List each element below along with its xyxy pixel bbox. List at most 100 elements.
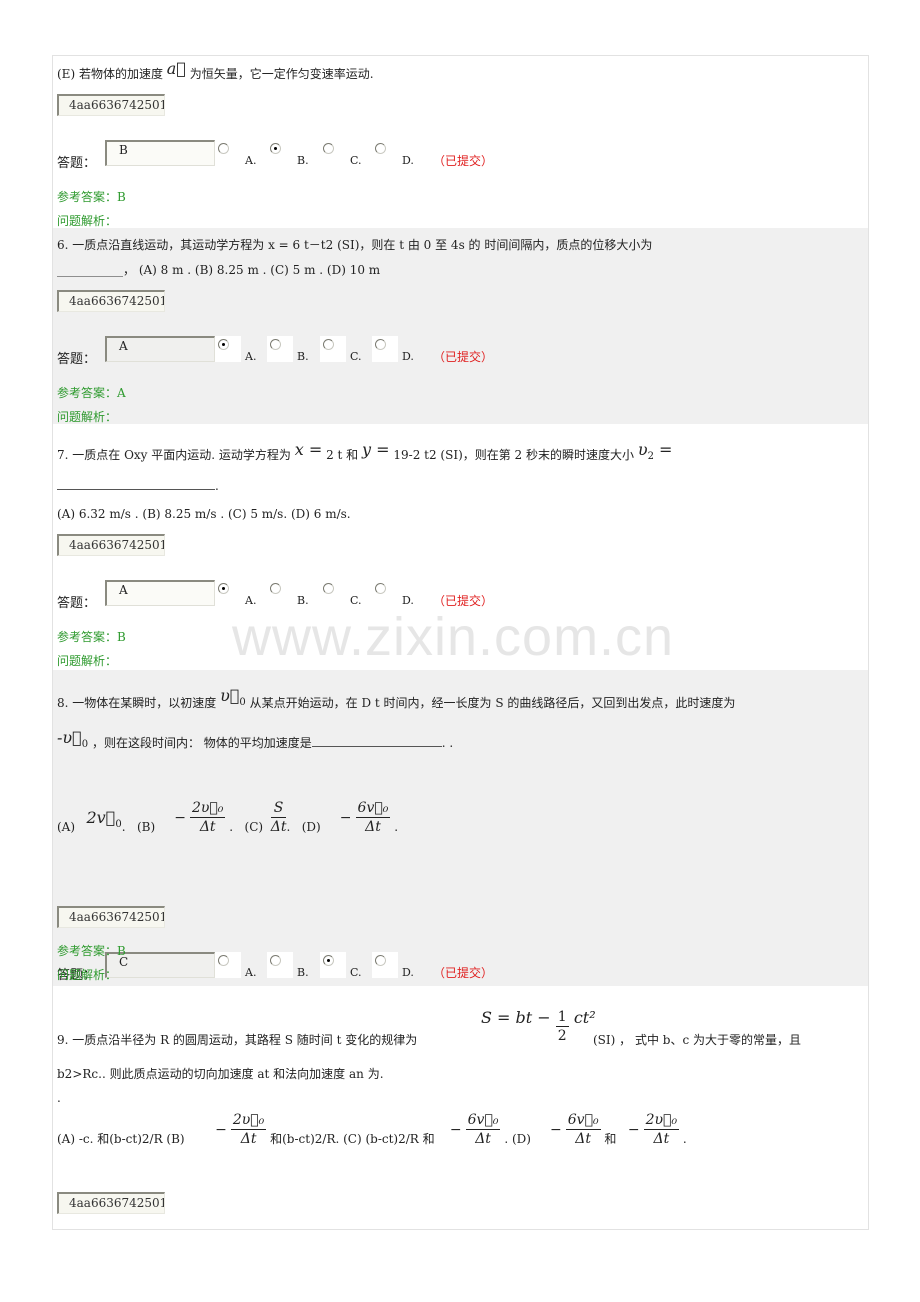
radio-d[interactable] (375, 143, 386, 154)
denominator: Δt (240, 1131, 257, 1147)
reference-label: 参考答案： (57, 944, 118, 958)
question-text: 7. 一质点在 Oxy 平面内运动. 运动学方程为 (57, 448, 291, 462)
reference-value: B (117, 944, 126, 958)
radio-a[interactable] (218, 143, 229, 154)
option-b[interactable]: B. (267, 952, 319, 980)
minus-sign: − (449, 1121, 462, 1138)
v-subscript: 2 (647, 451, 654, 463)
answer-input[interactable]: B (105, 140, 215, 166)
numerator: 6v⃗₀ (465, 1112, 501, 1130)
radio-b[interactable] (270, 143, 281, 154)
option-label: C. (350, 594, 362, 607)
question-7-options: (A) 6.32 m/s . (B) 8.25 m/s . (C) 5 m/s.… (57, 507, 351, 521)
question-code-field[interactable]: 4aa6636742501a (57, 1192, 165, 1214)
question-8-block: 8. 一物体在某瞬时，以初速度 υ⃗0 从某点开始运动，在 D t 时间内，经一… (53, 670, 868, 986)
option-d-label: (D) (301, 820, 321, 834)
radio-c[interactable] (323, 143, 334, 154)
radio-c[interactable] (323, 583, 334, 594)
analysis-label: 问题解析： (57, 410, 118, 424)
question-7-text: 7. 一质点在 Oxy 平面内运动. 运动学方程为 x = 2 t 和 y = … (57, 442, 672, 469)
option-label: D. (402, 594, 414, 607)
numerator: 2υ⃗₀ (643, 1112, 680, 1130)
option-label: B. (297, 594, 309, 607)
reference-label: 参考答案： (57, 190, 118, 204)
option-label: A. (245, 154, 257, 167)
option-b-fraction: 2υ⃗₀ Δt (189, 799, 226, 836)
question-text: (E) 若物体的加速度 (57, 67, 163, 81)
answer-input[interactable]: A (105, 580, 215, 606)
question-code-field[interactable]: 4aa6636742501a (57, 906, 165, 928)
denominator: Δt (575, 1131, 592, 1147)
answer-blank (57, 479, 215, 490)
answer-input[interactable]: A (105, 336, 215, 362)
formula-fraction: 12 (555, 1008, 569, 1045)
period: . (394, 820, 399, 834)
reference-label: 参考答案： (57, 386, 118, 400)
option-d1-fraction: 6v⃗₀ Δt (565, 1111, 601, 1148)
option-label: C. (350, 966, 362, 979)
radio-b[interactable] (270, 583, 281, 594)
radio-a[interactable] (218, 583, 229, 594)
question-code-field[interactable]: 4aa6636742501a (57, 94, 165, 116)
neg-v0-symbol: -υ⃗0 (57, 728, 88, 751)
period: . (121, 820, 126, 834)
option-b[interactable]: B. (267, 580, 319, 608)
answer-label: 答题： (57, 352, 97, 367)
option-c[interactable]: C. (320, 140, 372, 168)
option-a[interactable]: A. (215, 336, 267, 364)
radio-a[interactable] (218, 955, 229, 966)
radio-b[interactable] (270, 955, 281, 966)
radio-d[interactable] (375, 339, 386, 350)
option-b[interactable]: B. (267, 336, 319, 364)
period: . (286, 820, 291, 834)
submitted-status: （已提交） (433, 594, 494, 608)
question-text: 19-2 t2 (SI)，则在第 2 秒末的瞬时速度大小 (393, 448, 635, 462)
option-a[interactable]: A. (215, 140, 267, 168)
minus-sign: − (215, 1121, 227, 1138)
v-vector: -υ⃗ (57, 728, 82, 747)
options-a-b-text: (A) -c. 和(b-ct)2/R (B) (57, 1132, 185, 1146)
radio-d[interactable] (375, 955, 386, 966)
option-b[interactable]: B. (267, 140, 319, 168)
option-label: A. (245, 966, 257, 979)
period: . (215, 479, 219, 493)
math-x-symbol: x = (294, 440, 323, 459)
radio-d[interactable] (375, 583, 386, 594)
option-b-label: (B) (136, 820, 156, 834)
option-c-label: (C) (244, 820, 264, 834)
denominator: Δt (653, 1131, 670, 1147)
radio-c[interactable] (323, 955, 334, 966)
option-c[interactable]: C. (320, 952, 372, 980)
answer-row: 答题： A A. B. C. D. （已提交） (57, 580, 657, 611)
options-d-label: . (D) (504, 1132, 531, 1146)
question-9-text-tail: (SI) ， 式中 b、c 为大于零的常量，且 (593, 1033, 801, 1047)
option-a[interactable]: A. (215, 580, 267, 608)
option-d[interactable]: D. (372, 140, 424, 168)
option-a-formula: 2v⃗0 (86, 808, 121, 830)
option-d[interactable]: D. (372, 580, 424, 608)
option-a[interactable]: A. (215, 952, 267, 980)
radio-b[interactable] (270, 339, 281, 350)
formula-rhs: ct² (573, 1008, 596, 1027)
option-c[interactable]: C. (320, 580, 372, 608)
question-code-field[interactable]: 4aa6636742501a (57, 290, 165, 312)
question-text: 从某点开始运动，在 D t 时间内，经一长度为 S 的曲线路径后，又回到出发点，… (249, 696, 736, 710)
radio-a[interactable] (218, 339, 229, 350)
option-d[interactable]: D. (372, 952, 424, 980)
question-text: ，则在这段时间内： 物体的平均加速度是 (91, 736, 312, 750)
options-text: ， (A) 8 m . (B) 8.25 m . (C) 5 m . (D) 1… (123, 263, 381, 277)
question-6-options: ___________， (A) 8 m . (B) 8.25 m . (C) … (57, 262, 380, 278)
question-9-text: 9. 一质点沿半径为 R 的圆周运动，其路程 S 随时间 t 变化的规律为 (57, 1032, 417, 1048)
denominator: Δt (475, 1131, 491, 1147)
question-7-blank: . (57, 478, 219, 494)
radio-c[interactable] (323, 339, 334, 350)
question-6-text: 6. 一质点沿直线运动，其运动学方程为 x = 6 t－t2 (SI)，则在 t… (57, 238, 653, 252)
question-list-panel: (E) 若物体的加速度 a⃗ 为恒矢量，它一定作匀变速率运动. 4aa66367… (52, 55, 869, 1230)
option-label: D. (402, 966, 414, 979)
submitted-status: （已提交） (433, 966, 494, 980)
answer-row: 答题： B A. B. C. D. （已提交） (57, 140, 657, 171)
option-d[interactable]: D. (372, 336, 424, 364)
reference-value: A (117, 386, 126, 400)
option-c[interactable]: C. (320, 336, 372, 364)
question-code-field[interactable]: 4aa6636742501a (57, 534, 165, 556)
